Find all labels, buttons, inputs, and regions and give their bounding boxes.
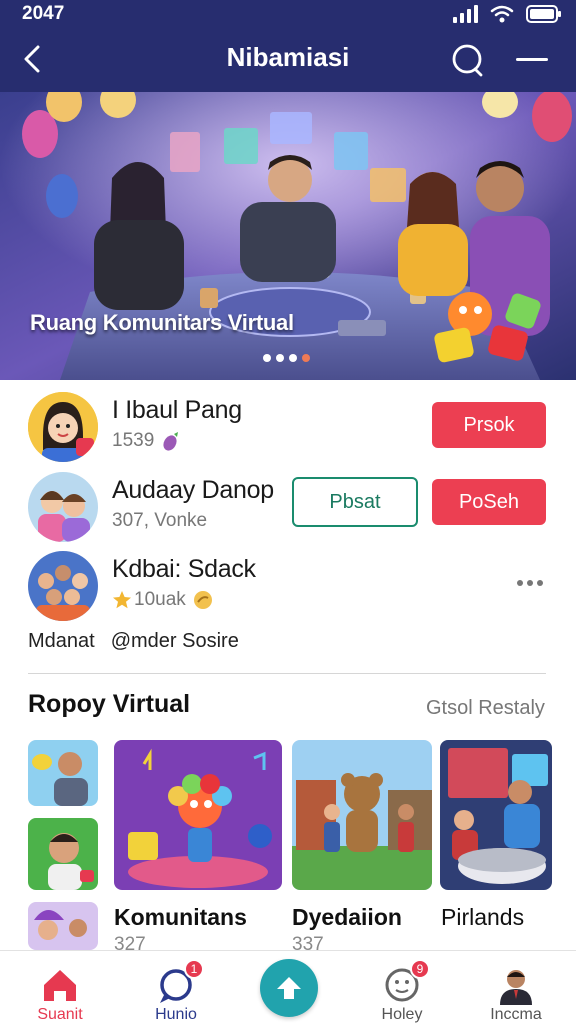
nav-tab-profile[interactable]: Inccma [466,951,566,1024]
app-header: 2047 Nibamiasi [0,0,576,92]
menu-button[interactable] [512,42,552,78]
person-action-button-secondary[interactable]: Pbsat [292,477,418,527]
nav-tab-chat[interactable]: 1 Hunio [126,951,226,1024]
upload-button[interactable] [260,959,318,1017]
coin-icon [193,591,212,609]
list-item[interactable]: I Ibaul Pang 1539 Prsok [0,392,576,470]
tag-label[interactable]: Mdanat [28,630,95,653]
tag-row: Mdanat @mder Sosire [28,630,239,653]
page-title: Nibamiasi [226,42,350,72]
person-count: 1539 [112,430,155,451]
person-meta: 10uak [112,589,214,611]
more-options-button[interactable] [510,573,550,593]
mini-thumbnail[interactable] [28,902,98,950]
person-rating: 10uak [134,589,186,610]
person-meta: 307, Vonke [112,510,207,532]
bottom-navigation: Suanit 1 Hunio 9 Holey Inccma [0,950,576,1024]
person-name: I Ibaul Pang [112,396,242,424]
mini-thumbnail[interactable] [28,740,98,806]
person-name: Kdbai: Sdack [112,555,256,583]
section-title: Ropoy Virtual [28,690,191,718]
carousel-indicator[interactable] [263,354,310,362]
hero-banner[interactable]: Ruang Komunitars Virtual [0,92,576,380]
banner-caption: Ruang Komunitars Virtual [30,310,294,335]
search-icon [452,44,483,77]
nav-label: Inccma [490,1006,542,1023]
nav-tab-home[interactable]: Suanit [10,951,110,1024]
section-see-all-link[interactable]: Gtsol Restaly [426,697,545,720]
list-item[interactable]: Audaay Danop 307, Vonke Pbsat PoSeh [0,472,576,550]
card-thumbnail[interactable] [114,740,282,890]
status-icons [453,4,562,24]
notification-badge: 1 [184,959,204,979]
person-action-button[interactable]: Prsok [432,402,546,448]
eggplant-icon [163,432,179,451]
notification-badge: 9 [410,959,430,979]
mini-thumbnail[interactable] [28,818,98,890]
list-item[interactable]: Kdbai: Sdack 10uak [0,551,576,629]
nav-tab-holey[interactable]: 9 Holey [352,951,452,1024]
carousel-dot[interactable] [263,354,271,362]
nav-label: Holey [381,1006,423,1023]
more-dot [537,580,543,586]
card-title[interactable]: Komunitans [114,904,247,931]
home-icon [44,970,76,1001]
more-dot [517,580,523,586]
nav-label: Suanit [37,1006,83,1023]
avatar[interactable] [28,551,98,621]
profile-avatar [500,970,532,1005]
person-location: 307, Vonke [112,510,208,531]
nav-label: Hunio [155,1006,197,1023]
avatar[interactable] [28,472,98,542]
person-name: Audaay Danop [112,476,274,504]
tag-label[interactable]: @mder Sosire [111,630,239,653]
more-dot [527,580,533,586]
minus-icon [516,58,548,61]
avatar[interactable] [28,392,98,462]
banner-image [0,92,576,380]
card-title[interactable]: Pirlands [441,904,524,931]
star-icon [113,591,131,609]
card-thumbnail[interactable] [292,740,432,890]
card-thumbnail[interactable] [440,740,552,890]
battery-icon [526,5,561,23]
person-action-button[interactable]: PoSeh [432,479,546,525]
person-meta: 1539 [112,430,182,452]
status-time: 2047 [22,3,65,24]
upload-arrow-icon [277,977,301,999]
wifi-icon [490,5,514,23]
signal-icon [453,5,478,23]
card-title[interactable]: Dyedaiion [292,904,402,931]
carousel-dot[interactable] [276,354,284,362]
carousel-dot-active[interactable] [302,354,310,362]
search-button[interactable] [450,42,486,78]
section-divider [28,673,546,674]
carousel-dot[interactable] [289,354,297,362]
